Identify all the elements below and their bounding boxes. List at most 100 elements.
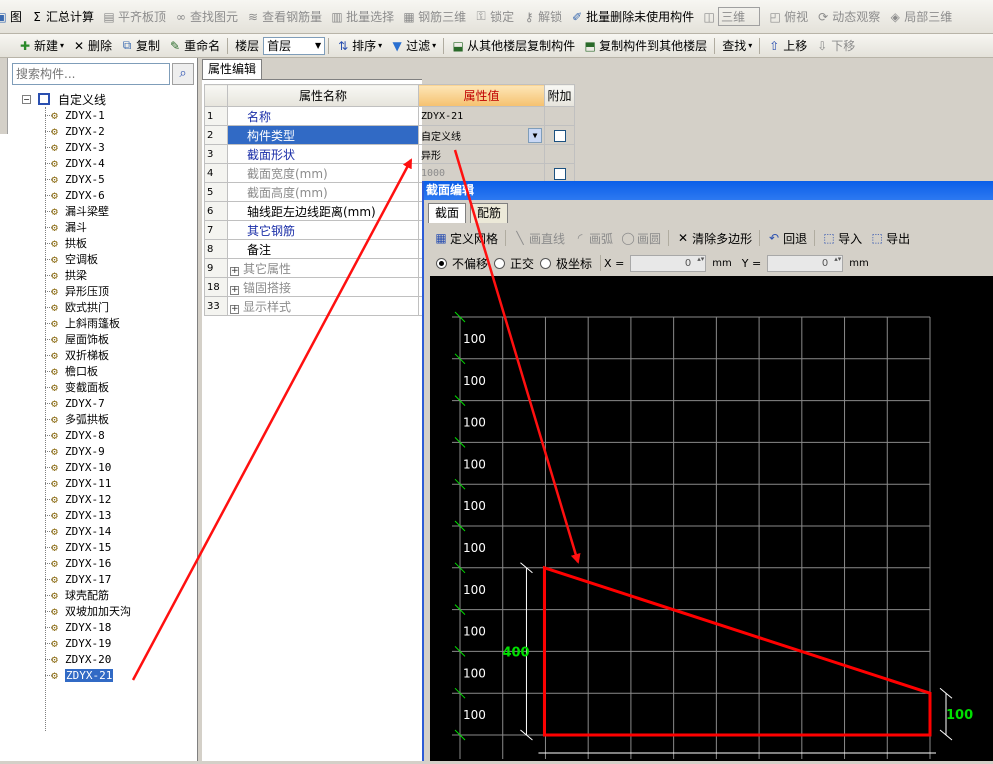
clear-polygon-button[interactable]: ✕ 清除多边形 bbox=[672, 227, 756, 249]
no-offset-radio[interactable] bbox=[436, 257, 447, 269]
tree-item[interactable]: ⚙ ZDYX-7 bbox=[45, 395, 196, 411]
tab-rebar[interactable]: 配筋 bbox=[470, 203, 509, 223]
import-button[interactable]: ⬚ 导入 bbox=[818, 227, 866, 249]
tree-item[interactable]: ⚙ ZDYX-4 bbox=[45, 155, 196, 171]
move-up-button[interactable]: ⇧ 上移 bbox=[763, 35, 811, 57]
filter-button[interactable]: ▼ 过滤 ▾ bbox=[386, 35, 440, 57]
tree-item[interactable]: ⚙ ZDYX-8 bbox=[45, 427, 196, 443]
tree-item[interactable]: ⚙ 空调板 bbox=[45, 251, 196, 267]
toolbar-item-5[interactable]: ▥ 批量选择 bbox=[326, 6, 398, 28]
tree-item[interactable]: ⚙ ZDYX-13 bbox=[45, 507, 196, 523]
tree-item[interactable]: ⚙ 上斜雨篷板 bbox=[45, 315, 196, 331]
tree-item[interactable]: ⚙ 球壳配筋 bbox=[45, 587, 196, 603]
find-button[interactable]: 查找 ▾ bbox=[718, 35, 756, 57]
property-value-cell[interactable]: 异形 bbox=[418, 144, 545, 164]
tree-item[interactable]: ⚙ 檐口板 bbox=[45, 363, 196, 379]
new-button[interactable]: ✚ 新建 ▾ bbox=[14, 35, 68, 57]
toolbar-item-11[interactable]: ◰ 俯视 bbox=[764, 6, 812, 28]
toolbar-item-6[interactable]: ▦ 钢筋三维 bbox=[398, 6, 470, 28]
tree-item[interactable]: ⚙ ZDYX-17 bbox=[45, 571, 196, 587]
extra-checkbox[interactable] bbox=[553, 129, 566, 142]
tree-item[interactable]: ⚙ ZDYX-3 bbox=[45, 139, 196, 155]
chevron-down-icon[interactable]: ▼ bbox=[528, 127, 542, 143]
property-name: 其它钢筋 bbox=[247, 223, 296, 238]
tree-item[interactable]: ⚙ ZDYX-5 bbox=[45, 171, 196, 187]
toolbar-item-2[interactable]: ▤ 平齐板顶 bbox=[98, 6, 170, 28]
tree-item[interactable]: ⚙ 多弧拱板 bbox=[45, 411, 196, 427]
component-type-select[interactable]: 自定义线 ▼ bbox=[421, 127, 542, 143]
move-down-button[interactable]: ⇩ 下移 bbox=[811, 35, 859, 57]
tree-item[interactable]: ⚙ ZDYX-11 bbox=[45, 475, 196, 491]
tree-root[interactable]: − 自定义线 bbox=[22, 91, 106, 107]
tab-property-edit[interactable]: 属性编辑 bbox=[202, 59, 262, 79]
tree-item[interactable]: ⚙ ZDYX-6 bbox=[45, 187, 196, 203]
rename-button[interactable]: ✎ 重命名 bbox=[164, 35, 224, 57]
toolbar-item-1[interactable]: Σ 汇总计算 bbox=[26, 6, 98, 28]
search-button[interactable]: ⌕ bbox=[172, 63, 194, 85]
toolbar-item-7[interactable]: ⚿ 锁定 bbox=[470, 6, 518, 28]
collapse-icon[interactable]: − bbox=[22, 94, 31, 104]
copy-from-floor-button[interactable]: ⬓ 从其他楼层复制构件 bbox=[447, 35, 579, 57]
draw-circle-button[interactable]: ◯ 画圆 bbox=[617, 227, 665, 249]
x-input[interactable]: 0 bbox=[630, 254, 707, 272]
tree-item[interactable]: ⚙ 拱梁 bbox=[45, 267, 196, 283]
property-value-cell[interactable]: ZDYX-21 bbox=[418, 106, 545, 126]
tree-item[interactable]: ⚙ 拱板 bbox=[45, 235, 196, 251]
expand-icon[interactable]: + bbox=[230, 266, 239, 276]
export-button[interactable]: ⬚ 导出 bbox=[866, 227, 914, 249]
toolbar-item-10[interactable]: ◫ 三维 bbox=[698, 6, 764, 28]
draw-line-button[interactable]: ╲ 画直线 bbox=[509, 227, 569, 249]
tree-item[interactable]: ⚙ ZDYX-21 bbox=[45, 667, 196, 683]
toolbar-item-8[interactable]: ⚷ 解锁 bbox=[518, 6, 566, 28]
tree-item[interactable]: ⚙ ZDYX-10 bbox=[45, 459, 196, 475]
toolbar-item-0[interactable]: ▣图 bbox=[0, 6, 26, 28]
search-input[interactable] bbox=[12, 63, 170, 85]
delete-button[interactable]: ✕ 删除 bbox=[68, 35, 116, 57]
define-grid-button[interactable]: ▦ 定义网格 bbox=[430, 227, 502, 249]
property-row[interactable]: 1 名称 ZDYX-21 bbox=[204, 106, 575, 126]
floor-select[interactable]: 首层 ▼ bbox=[263, 36, 326, 55]
expand-icon[interactable]: + bbox=[230, 285, 239, 295]
toolbar-item-9[interactable]: ✐ 批量删除未使用构件 bbox=[566, 6, 698, 28]
tree-item[interactable]: ⚙ ZDYX-16 bbox=[45, 555, 196, 571]
tree-item[interactable]: ⚙ 欧式拱门 bbox=[45, 299, 196, 315]
tree-item[interactable]: ⚙ 变截面板 bbox=[45, 379, 196, 395]
tree-item[interactable]: ⚙ 屋面饰板 bbox=[45, 331, 196, 347]
tree-item[interactable]: ⚙ ZDYX-9 bbox=[45, 443, 196, 459]
tree-item[interactable]: ⚙ ZDYX-12 bbox=[45, 491, 196, 507]
property-value-cell[interactable]: 1000 bbox=[418, 163, 545, 183]
tree-item[interactable]: ⚙ ZDYX-19 bbox=[45, 635, 196, 651]
tree-item[interactable]: ⚙ ZDYX-14 bbox=[45, 523, 196, 539]
toolbar-item-4[interactable]: ≋ 查看钢筋量 bbox=[242, 6, 326, 28]
copy-to-floor-button[interactable]: ⬒ 复制构件到其他楼层 bbox=[579, 35, 711, 57]
undo-button[interactable]: ↶ 回退 bbox=[763, 227, 811, 249]
toolbar-item-13[interactable]: ◈ 局部三维 bbox=[884, 6, 956, 28]
draw-arc-button[interactable]: ◜ 画弧 bbox=[569, 227, 617, 249]
section-canvas[interactable]: 100 100 100 100 100 100 100 100 100 100 400 100 bbox=[430, 276, 993, 761]
toolbar-item-12[interactable]: ⟳ 动态观察 bbox=[812, 6, 884, 28]
tab-section[interactable]: 截面 bbox=[428, 203, 467, 223]
property-row[interactable]: 2 构件类型 自定义线 ▼ bbox=[204, 125, 575, 145]
expand-icon[interactable]: + bbox=[230, 304, 239, 314]
property-row[interactable]: 3 截面形状 异形 bbox=[204, 144, 575, 164]
tree-item[interactable]: ⚙ ZDYX-18 bbox=[45, 619, 196, 635]
ortho-radio[interactable] bbox=[494, 257, 506, 269]
tree-item[interactable]: ⚙ 双折梯板 bbox=[45, 347, 196, 363]
tree-item[interactable]: ⚙ ZDYX-1 bbox=[45, 107, 196, 123]
tree-item[interactable]: ⚙ 漏斗 bbox=[45, 219, 196, 235]
tree-item[interactable]: ⚙ ZDYX-2 bbox=[45, 123, 196, 139]
property-value-cell[interactable]: 自定义线 ▼ bbox=[418, 125, 545, 145]
extra-checkbox[interactable] bbox=[553, 167, 566, 180]
toolbar-item-3[interactable]: ∞ 查找图元 bbox=[170, 6, 242, 28]
tree-item[interactable]: ⚙ 漏斗梁壁 bbox=[45, 203, 196, 219]
section-grid[interactable]: 100 100 100 100 100 100 100 100 100 100 400 100 bbox=[430, 276, 993, 761]
copy-button[interactable]: ⧉ 复制 bbox=[116, 35, 164, 57]
property-row[interactable]: 4 截面宽度(mm) 1000 bbox=[204, 163, 575, 183]
sort-button[interactable]: ⇅ 排序 ▾ bbox=[332, 35, 386, 57]
tree-item[interactable]: ⚙ 异形压顶 bbox=[45, 283, 196, 299]
polar-radio[interactable] bbox=[540, 257, 552, 269]
tree-item[interactable]: ⚙ 双坡加加天沟 bbox=[45, 603, 196, 619]
y-input[interactable]: 0 bbox=[767, 254, 844, 272]
tree-item[interactable]: ⚙ ZDYX-15 bbox=[45, 539, 196, 555]
tree-item[interactable]: ⚙ ZDYX-20 bbox=[45, 651, 196, 667]
